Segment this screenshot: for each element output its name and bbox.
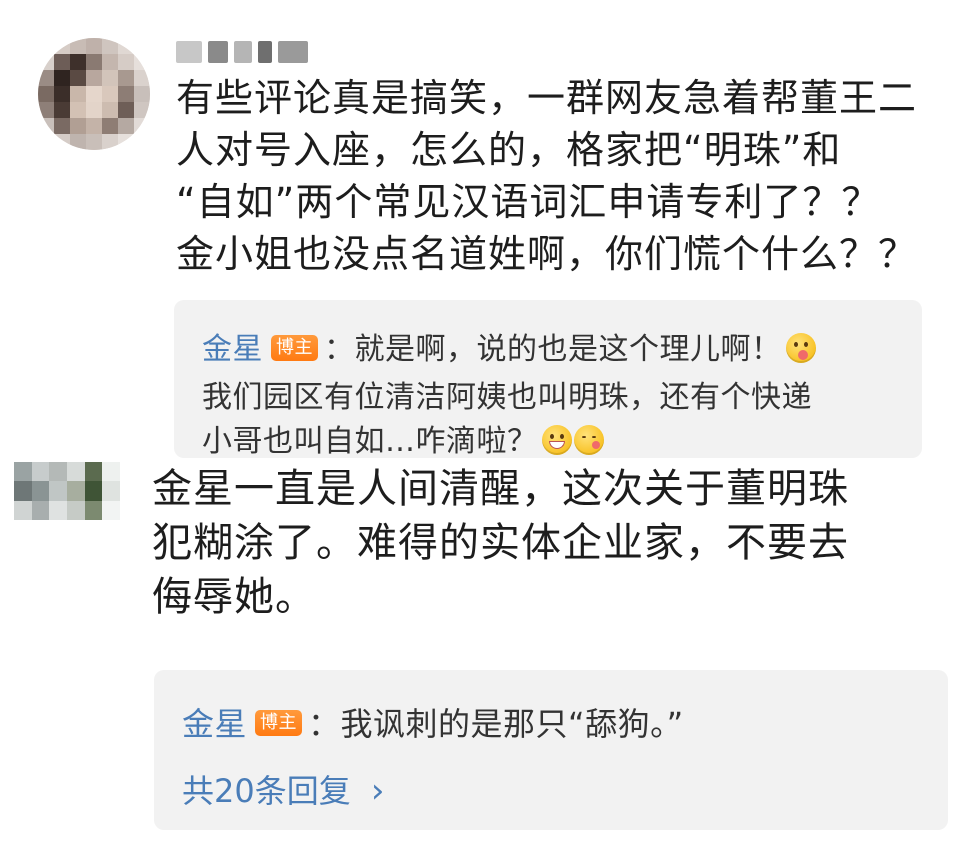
- username-obscured[interactable]: [176, 38, 314, 66]
- reply-line: 小哥也叫自如…咋滴啦？: [202, 418, 604, 466]
- kiss-emoji: [573, 424, 604, 455]
- comment-1-line: 人对号入座，怎么的，格家把“明珠”和: [176, 128, 842, 172]
- grin-emoji: [541, 424, 572, 455]
- comment-2-line: 侮辱她。: [152, 574, 316, 620]
- avatar[interactable]: [38, 38, 150, 150]
- comment-1-line: “自如”两个常见汉语词汇申请专利了？？: [176, 180, 881, 224]
- chevron-right-icon: ›: [370, 771, 385, 811]
- blogger-badge: 博主: [255, 710, 303, 736]
- more-replies-label: 共20条回复: [182, 772, 351, 810]
- comment-1-text: 有些评论真是搞笑，一群网友急着帮董王二 人对号入座，怎么的，格家把“明珠”和 “…: [176, 72, 936, 280]
- reply-box[interactable]: 金星 博主 ：就是啊，说的也是这个理儿啊！ 我们园区有位清洁阿姨也叫明珠，还有个快递…: [174, 300, 922, 459]
- view-all-replies-link[interactable]: 共20条回复 ›: [182, 766, 385, 812]
- comment-2-text: 金星一直是人间清醒，这次关于董明珠 犯糊涂了。难得的实体企业家，不要去 侮辱她。: [152, 462, 942, 624]
- reply-box[interactable]: 金星 博主 ：我讽刺的是那只“舔狗。” 共20条回复 ›: [154, 670, 948, 830]
- avatar[interactable]: [14, 462, 120, 520]
- reply-author-link[interactable]: 金星: [182, 705, 247, 743]
- reply-text: ：就是啊，说的也是这个理儿啊！: [324, 332, 782, 367]
- reply-line: 金星 博主 ：我讽刺的是那只“舔狗。”: [182, 700, 684, 748]
- comment-1-line: 有些评论真是搞笑，一群网友急着帮董王二: [176, 76, 918, 120]
- reply-text: 我们园区有位清洁阿姨也叫明珠，还有个快递: [202, 380, 812, 415]
- reply-line: 金星 博主 ：就是啊，说的也是这个理儿啊！: [202, 326, 816, 374]
- comment-2-line: 犯糊涂了。难得的实体企业家，不要去: [152, 520, 849, 566]
- reply-text: 小哥也叫自如…咋滴啦？: [202, 424, 538, 459]
- tongue-out-emoji: [785, 332, 816, 363]
- blogger-badge: 博主: [271, 334, 318, 361]
- comment-1-line: 金小姐也没点名道姓啊，你们慌个什么？？: [176, 232, 918, 276]
- comment-2-line: 金星一直是人间清醒，这次关于董明珠: [152, 466, 849, 512]
- reply-author-link[interactable]: 金星: [202, 332, 263, 367]
- reply-text: ：我讽刺的是那只“舔狗。”: [308, 705, 684, 743]
